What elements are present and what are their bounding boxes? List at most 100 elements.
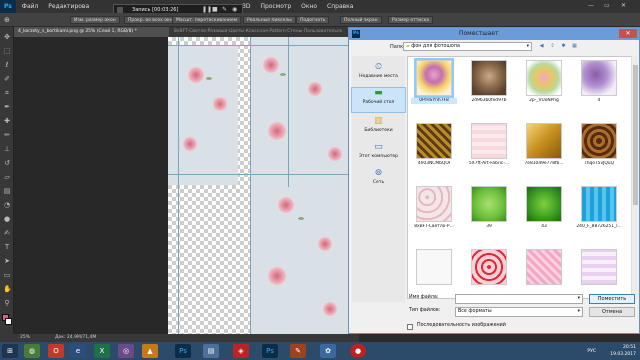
- vlc-icon[interactable]: ▲: [142, 344, 158, 358]
- file-item[interactable]: [521, 249, 567, 298]
- language-indicator[interactable]: РУС: [587, 348, 596, 355]
- pencil-icon[interactable]: ✎: [222, 6, 227, 13]
- explorer-icon[interactable]: ▤: [203, 344, 219, 358]
- menu-edit[interactable]: Редактирова: [44, 0, 93, 13]
- file-thumbnail[interactable]: [414, 58, 454, 98]
- file-thumbnail[interactable]: [581, 123, 617, 159]
- app-icon-3[interactable]: ✿: [320, 344, 336, 358]
- up-folder-icon[interactable]: ⇧: [549, 43, 556, 50]
- document-canvas[interactable]: [168, 37, 359, 334]
- back-icon[interactable]: ◀: [538, 43, 545, 50]
- camera-icon[interactable]: ◉: [232, 6, 237, 13]
- file-item[interactable]: 5X7ft-Art-Fabric-...: [466, 123, 512, 179]
- file-thumbnail[interactable]: [416, 186, 452, 222]
- file-item[interactable]: 4h03NCMbQOI: [411, 123, 457, 179]
- file-thumbnail[interactable]: [471, 123, 507, 159]
- file-item[interactable]: 0PrHSYnh7F8: [411, 58, 457, 116]
- filename-input[interactable]: ▾: [455, 294, 583, 304]
- fit-button[interactable]: Подогнать: [296, 16, 330, 24]
- file-thumbnail[interactable]: [471, 60, 507, 96]
- background-color-swatch[interactable]: [5, 318, 12, 325]
- hand-tool-icon[interactable]: ✋: [3, 285, 12, 293]
- path-select-icon[interactable]: ➤: [3, 257, 11, 265]
- file-thumbnail[interactable]: [416, 249, 452, 285]
- file-scrollbar[interactable]: [631, 56, 638, 299]
- scroll-thumb[interactable]: [633, 65, 638, 205]
- place-network[interactable]: ⊚ Сеть: [352, 168, 405, 185]
- history-brush-icon[interactable]: ↺: [3, 159, 11, 167]
- file-thumbnail[interactable]: [416, 123, 452, 159]
- file-item[interactable]: 7hqoT5vJQuQ: [576, 123, 622, 179]
- file-thumbnail[interactable]: [471, 249, 507, 285]
- stop-icon[interactable]: ■: [212, 6, 218, 13]
- file-thumbnail[interactable]: [581, 60, 617, 96]
- dodge-tool-icon[interactable]: ●: [3, 215, 11, 223]
- file-item[interactable]: 2p-_VUoNPng: [521, 60, 567, 116]
- zoom-level[interactable]: 25%: [20, 334, 30, 342]
- filetype-select[interactable]: Все форматы ▾: [455, 307, 583, 317]
- place-desktop[interactable]: ▬ Рабочий стол: [351, 87, 406, 113]
- dialog-close-icon[interactable]: ✕: [619, 29, 637, 38]
- menu-window[interactable]: Окно: [297, 0, 321, 13]
- minimize-icon[interactable]: —: [588, 2, 594, 9]
- recorder-task-icon[interactable]: ●: [350, 344, 366, 358]
- menu-view[interactable]: Просмотр: [256, 0, 295, 13]
- file-item[interactable]: 43: [521, 186, 567, 242]
- marquee-tool-icon[interactable]: ⬚: [3, 47, 11, 55]
- place-computer[interactable]: ▭ Этот компьютер: [352, 142, 405, 159]
- blur-tool-icon[interactable]: ◔: [3, 201, 11, 209]
- eyedropper-tool-icon[interactable]: ✒: [3, 103, 11, 111]
- crop-tool-icon[interactable]: ⌗: [3, 89, 11, 97]
- file-item[interactable]: 7e81049e778fb...: [521, 123, 567, 179]
- file-item[interactable]: [576, 249, 622, 298]
- zoom-resize-option[interactable]: Изм. размер окон: [70, 16, 120, 24]
- file-item[interactable]: 4: [576, 60, 622, 116]
- excel-icon[interactable]: X: [94, 344, 110, 358]
- media-icon[interactable]: ◎: [118, 344, 134, 358]
- file-item[interactable]: [411, 249, 457, 298]
- doc-tab-inactive[interactable]: 8xBFT-Светло-Розовый-Цветы-Классная-Patt…: [170, 27, 359, 37]
- photoshop-task-icon-2[interactable]: Ps: [262, 344, 278, 358]
- file-item[interactable]: 39: [466, 186, 512, 242]
- move-tool-icon[interactable]: ✥: [3, 33, 11, 41]
- type-tool-icon[interactable]: T: [3, 243, 11, 251]
- lasso-tool-icon[interactable]: ℓ: [3, 61, 11, 69]
- file-item[interactable]: 2d963b0fed97b: [466, 60, 512, 116]
- dialog-titlebar[interactable]: Ps Поместшает ✕: [349, 28, 639, 40]
- image-sequence-checkbox[interactable]: [407, 324, 413, 330]
- close-icon[interactable]: ✕: [621, 2, 626, 9]
- place-button[interactable]: Поместить: [589, 294, 635, 304]
- menu-help[interactable]: Справка: [323, 0, 357, 13]
- doc-tab-active[interactable]: 4_korzety_s_bortikami.png @ 25% (Слой 1,…: [14, 27, 169, 37]
- start-icon[interactable]: ⊞: [2, 344, 18, 358]
- file-thumbnail[interactable]: [526, 123, 562, 159]
- opera-icon[interactable]: O: [48, 344, 64, 358]
- shape-tool-icon[interactable]: ▭: [3, 271, 11, 279]
- healing-tool-icon[interactable]: ✚: [3, 117, 11, 125]
- eraser-tool-icon[interactable]: ▱: [3, 173, 11, 181]
- pause-icon[interactable]: ❚❚: [202, 6, 212, 13]
- file-item[interactable]: 8xBFT-Светло-Р...: [411, 186, 457, 242]
- ie-icon[interactable]: e: [70, 344, 86, 358]
- file-thumbnail[interactable]: [471, 186, 507, 222]
- full-screen-button[interactable]: Полный экран: [340, 16, 382, 24]
- new-folder-icon[interactable]: ✱: [560, 43, 567, 50]
- file-thumbnail[interactable]: [526, 249, 562, 285]
- clock-date[interactable]: 19.03.2017: [610, 351, 636, 358]
- file-item[interactable]: 240_F_88726251_l...: [576, 186, 622, 242]
- zoom-tool-icon[interactable]: ⊕: [4, 16, 10, 24]
- file-thumbnail[interactable]: [581, 249, 617, 285]
- file-thumbnail[interactable]: [581, 186, 617, 222]
- place-libraries[interactable]: ▥ Библиотеки: [352, 116, 405, 133]
- app-icon[interactable]: ◈: [233, 344, 249, 358]
- brush-tool-icon[interactable]: ✏: [3, 131, 11, 139]
- gradient-tool-icon[interactable]: ▤: [3, 187, 11, 195]
- photoshop-task-icon[interactable]: Ps: [175, 344, 191, 358]
- place-recent[interactable]: ⏲ Недавние места: [352, 62, 405, 79]
- pen-tool-icon[interactable]: ✍: [3, 229, 11, 237]
- app-icon-2[interactable]: ✎: [290, 344, 306, 358]
- folder-select[interactable]: ▰ фон для фотошопа ▾: [403, 42, 532, 51]
- chrome-icon[interactable]: ◍: [24, 344, 40, 358]
- maximize-icon[interactable]: ▭: [604, 2, 610, 9]
- file-thumbnail[interactable]: [526, 60, 562, 96]
